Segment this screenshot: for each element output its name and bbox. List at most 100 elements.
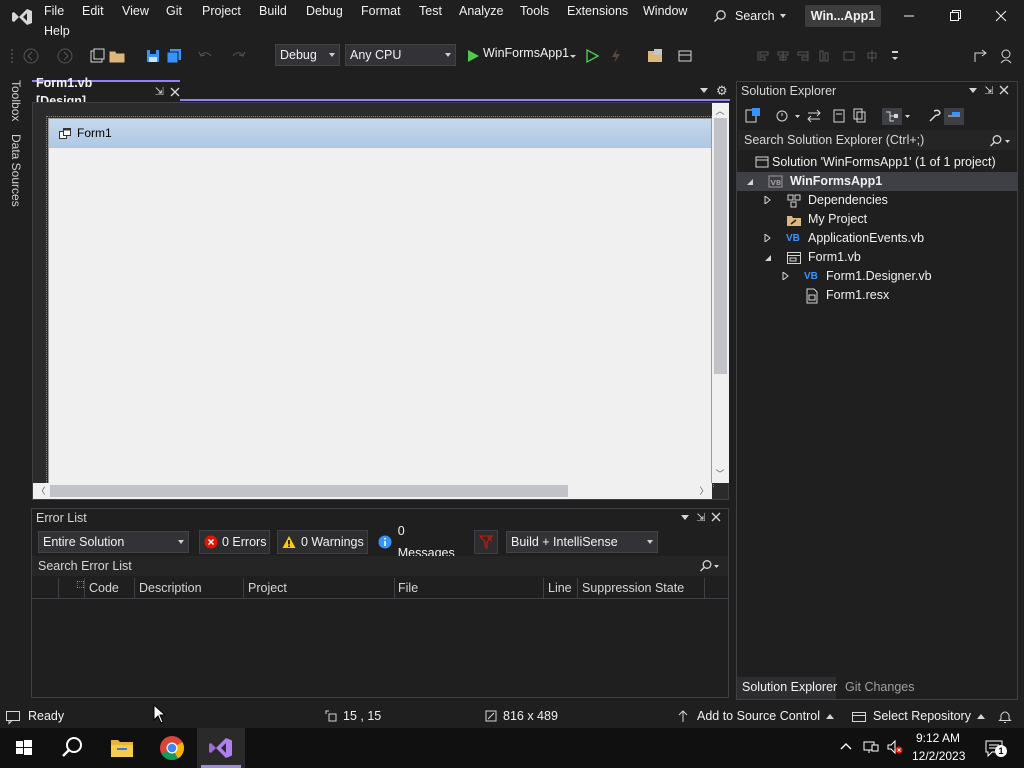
panel-options-chevron-icon[interactable]: [681, 515, 689, 520]
tree-item-application-events[interactable]: VB ApplicationEvents.vb: [764, 229, 924, 248]
tree-item-solution[interactable]: Solution 'WinFormsApp1' (1 of 1 project): [754, 153, 996, 172]
panel-options-chevron-icon[interactable]: [969, 88, 977, 93]
form1-titlebar[interactable]: Form1: [49, 119, 711, 148]
start-target-label[interactable]: WinFormsApp1: [483, 46, 569, 60]
volume-muted-icon[interactable]: [886, 739, 904, 755]
search-icon[interactable]: [698, 559, 720, 573]
warnings-filter-button[interactable]: 0 Warnings: [277, 530, 368, 554]
error-list-search-input[interactable]: Search Error List: [32, 556, 728, 576]
expanded-arrow-icon[interactable]: [764, 254, 772, 262]
error-source-dropdown[interactable]: Build + IntelliSense: [506, 531, 658, 553]
tab-solution-explorer[interactable]: Solution Explorer: [742, 680, 837, 694]
close-window-button[interactable]: [986, 4, 1016, 28]
error-scope-dropdown[interactable]: Entire Solution: [38, 531, 189, 553]
scroll-left-icon[interactable]: 〈: [35, 485, 47, 497]
navigate-forward-icon[interactable]: [56, 47, 74, 65]
notifications-hub-icon[interactable]: [5, 709, 21, 725]
chrome-taskbar-icon[interactable]: [148, 728, 196, 768]
menu-help[interactable]: Help: [43, 23, 71, 39]
save-icon[interactable]: [144, 47, 162, 65]
vertical-scrollbar-thumb[interactable]: [714, 118, 727, 374]
new-project-icon[interactable]: [88, 47, 106, 65]
close-icon[interactable]: [170, 87, 180, 97]
menu-debug[interactable]: Debug: [305, 3, 344, 19]
scroll-up-icon[interactable]: ︿: [714, 105, 726, 117]
taskbar-search-icon[interactable]: [48, 728, 96, 768]
clock-time[interactable]: 9:12 AM: [916, 731, 960, 745]
form1-surface[interactable]: Form1: [48, 118, 712, 485]
menu-extensions[interactable]: Extensions: [566, 3, 629, 19]
solution-configuration-dropdown[interactable]: Debug: [275, 44, 340, 66]
expanded-arrow-icon[interactable]: [746, 178, 754, 186]
column-code[interactable]: Code: [89, 581, 119, 595]
tree-item-dependencies[interactable]: Dependencies: [764, 191, 888, 210]
navigate-back-icon[interactable]: [22, 47, 40, 65]
collapsed-arrow-icon[interactable]: [782, 272, 790, 280]
menu-project[interactable]: Project: [201, 3, 242, 19]
pin-icon[interactable]: ⇲: [695, 512, 707, 524]
solution-name-badge[interactable]: Win...App1: [805, 5, 881, 27]
hot-reload-icon[interactable]: [607, 47, 625, 65]
solution-explorer-toolbar-icon[interactable]: [646, 47, 664, 65]
search-button[interactable]: Search: [713, 6, 791, 26]
menu-file[interactable]: File: [43, 3, 65, 19]
data-sources-tab[interactable]: Data Sources: [9, 134, 23, 207]
scroll-right-icon[interactable]: 〉: [698, 485, 710, 497]
undo-icon[interactable]: [196, 47, 214, 65]
horizontal-scrollbar-thumb[interactable]: [50, 485, 568, 497]
restore-button[interactable]: [940, 4, 970, 28]
solution-platform-dropdown[interactable]: Any CPU: [345, 44, 456, 66]
clock-date[interactable]: 12/2/2023: [912, 749, 965, 763]
menu-tools[interactable]: Tools: [519, 3, 550, 19]
file-explorer-taskbar-icon[interactable]: [98, 728, 146, 768]
tree-item-form1[interactable]: Form1.vb: [764, 248, 861, 267]
column-project[interactable]: Project: [248, 581, 287, 595]
menu-format[interactable]: Format: [360, 3, 402, 19]
minimize-button[interactable]: [894, 4, 924, 28]
close-icon[interactable]: [711, 512, 723, 524]
menu-view[interactable]: View: [121, 3, 150, 19]
scroll-down-icon[interactable]: ﹀: [714, 468, 726, 480]
close-icon[interactable]: [999, 85, 1011, 97]
menu-window[interactable]: Window: [642, 3, 688, 19]
show-hidden-icons-chevron-icon[interactable]: [840, 741, 852, 751]
start-without-debugging-icon[interactable]: [583, 47, 601, 65]
filter-button[interactable]: [474, 530, 498, 554]
menu-build[interactable]: Build: [258, 3, 288, 19]
tab-git-changes[interactable]: Git Changes: [845, 680, 914, 694]
notifications-bell-icon[interactable]: [998, 708, 1012, 724]
select-repository-button[interactable]: Select Repository: [873, 709, 985, 723]
column-line[interactable]: Line: [548, 581, 572, 595]
menu-analyze[interactable]: Analyze: [458, 3, 504, 19]
tab-form1-design[interactable]: Form1.vb [Design] ⇲: [32, 76, 180, 108]
live-share-icon[interactable]: [972, 47, 990, 65]
chevron-down-icon[interactable]: [569, 47, 577, 65]
menu-git[interactable]: Git: [165, 3, 183, 19]
tree-item-form1-designer[interactable]: VB Form1.Designer.vb: [782, 267, 932, 286]
network-icon[interactable]: [862, 739, 880, 755]
column-suppression-state[interactable]: Suppression State: [582, 581, 684, 595]
visual-studio-taskbar-icon[interactable]: [197, 728, 245, 768]
add-to-source-control-button[interactable]: Add to Source Control: [697, 709, 834, 723]
pin-icon[interactable]: ⇲: [155, 83, 164, 101]
solution-explorer-search-input[interactable]: Search Solution Explorer (Ctrl+;): [738, 130, 1016, 150]
errors-filter-button[interactable]: 0 Errors: [199, 530, 270, 554]
visual-studio-logo-icon[interactable]: [8, 5, 36, 29]
windows-start-button[interactable]: [0, 728, 48, 768]
layout-icon[interactable]: [676, 47, 694, 65]
settings-gear-icon[interactable]: ⚙: [716, 83, 728, 99]
tab-overflow-chevron-icon[interactable]: [700, 88, 708, 93]
tree-item-project[interactable]: VB WinFormsApp1: [746, 172, 882, 191]
collapsed-arrow-icon[interactable]: [764, 196, 772, 204]
tree-item-form1-resx[interactable]: Form1.resx: [804, 286, 889, 305]
menu-edit[interactable]: Edit: [81, 3, 105, 19]
toolbox-tab[interactable]: Toolbox: [9, 80, 23, 121]
collapsed-arrow-icon[interactable]: [764, 234, 772, 242]
open-file-icon[interactable]: [108, 47, 126, 65]
redo-icon[interactable]: [230, 47, 248, 65]
start-debugging-icon[interactable]: [464, 47, 482, 65]
pin-icon[interactable]: ⇲: [983, 85, 995, 97]
save-all-icon[interactable]: [165, 47, 183, 65]
feedback-icon[interactable]: [998, 47, 1016, 65]
search-icon[interactable]: [988, 134, 1014, 148]
